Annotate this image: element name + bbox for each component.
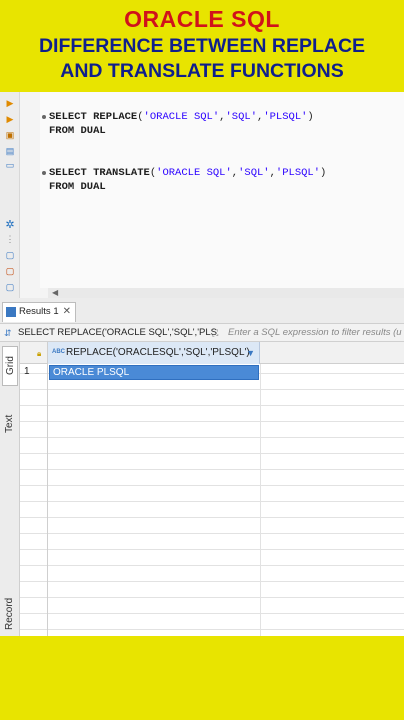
sql-string: 'ORACLE SQL' xyxy=(143,111,220,123)
execute-script-icon[interactable]: ▶ xyxy=(5,114,15,124)
grid-icon xyxy=(6,307,16,317)
code-line-2[interactable]: FROM DUAL xyxy=(49,125,106,137)
side-tab-record[interactable]: Record xyxy=(2,592,18,636)
filter-input[interactable]: Enter a SQL expression to filter results… xyxy=(228,324,402,342)
console-icon[interactable]: ▭ xyxy=(5,160,15,170)
sql-editor-window: ▶ ▶ ▣ ▤ ▭ ✲ ⋮ ▢ ▢ ▢ SELECT REPLACE('ORAC… xyxy=(0,92,404,636)
filter-bar: ⇵ SELECT REPLACE('ORACLE SQL','SQL','PLS… xyxy=(0,324,404,342)
banner-subtitle-line-1: DIFFERENCE BETWEEN REPLACE xyxy=(38,35,366,57)
sql-function: TRANSLATE xyxy=(93,167,150,179)
explain-icon[interactable]: ▣ xyxy=(5,130,15,140)
tab-label: Results 1 xyxy=(19,306,59,317)
result-view-tabs: Grid Text Record xyxy=(0,342,20,636)
row-number-column xyxy=(20,342,48,636)
editor-horizontal-scrollbar[interactable]: ◀ xyxy=(48,288,404,298)
tab-results-1[interactable]: Results 1 ✕ xyxy=(2,302,76,322)
settings-icon[interactable]: ✲ xyxy=(5,220,15,231)
fold-marker[interactable] xyxy=(42,171,46,175)
sql-keyword: SELECT xyxy=(49,111,87,123)
lock-icon: 🔒︎ xyxy=(37,349,42,358)
sort-icon[interactable]: ▼ xyxy=(246,342,255,364)
side-tab-label: Record xyxy=(4,597,15,631)
sql-string: 'SQL' xyxy=(225,111,257,123)
banner-subtitle-line-2: AND TRANSLATE FUNCTIONS xyxy=(60,60,344,82)
code-line-3[interactable]: SELECT TRANSLATE('ORACLE SQL','SQL','PLS… xyxy=(49,167,326,179)
results-panel: Results 1 ✕ ⇵ SELECT REPLACE('ORACLE SQL… xyxy=(0,298,404,636)
sql-function: REPLACE xyxy=(93,111,138,123)
fold-marker[interactable] xyxy=(42,115,46,119)
text-type-icon: ABC xyxy=(52,349,65,355)
sql-string: 'PLSQL' xyxy=(275,167,321,179)
sql-keyword: SELECT xyxy=(49,167,87,179)
export-icon[interactable]: ▢ xyxy=(5,250,15,260)
code-line-1[interactable]: SELECT REPLACE('ORACLE SQL','SQL','PLSQL… xyxy=(49,111,314,123)
scroll-left-icon[interactable]: ◀ xyxy=(52,288,58,298)
side-tab-label: Grid xyxy=(5,356,16,376)
row-number: 1 xyxy=(24,366,30,377)
import-icon[interactable]: ▢ xyxy=(5,266,15,276)
editor-toolbar: ▶ ▶ ▣ ▤ ▭ ✲ ⋮ ▢ ▢ ▢ xyxy=(0,92,20,298)
filter-query-text[interactable]: SELECT REPLACE('ORACLE SQL','SQL','PLS xyxy=(18,324,217,342)
results-tab-bar: Results 1 ✕ xyxy=(0,298,404,324)
sql-string: 'PLSQL' xyxy=(263,111,308,123)
paren: ) xyxy=(307,111,314,123)
title-banner: ORACLE SQL DIFFERENCE BETWEEN REPLACE AN… xyxy=(0,0,404,92)
close-icon[interactable]: ✕ xyxy=(63,303,71,321)
expand-icon[interactable]: ⛶ xyxy=(212,324,218,342)
side-tab-grid[interactable]: Grid xyxy=(2,346,18,386)
code-line-4[interactable]: FROM DUAL xyxy=(49,181,106,193)
column-header-replace[interactable]: ABC REPLACE('ORACLESQL','SQL','PLSQL') ▼ xyxy=(48,342,260,364)
results-grid: 🔒︎ ABC REPLACE('ORACLESQL','SQL','PLSQL'… xyxy=(20,342,404,636)
sql-string: 'ORACLE SQL' xyxy=(156,167,232,179)
column-divider xyxy=(260,364,261,636)
side-tab-text[interactable]: Text xyxy=(2,406,18,442)
history-icon[interactable]: ▤ xyxy=(5,146,15,156)
paren: ) xyxy=(320,167,327,179)
execute-icon[interactable]: ▶ xyxy=(5,98,15,108)
side-tab-label: Text xyxy=(4,414,15,434)
format-icon[interactable]: ▢ xyxy=(5,282,15,292)
banner-title: ORACLE SQL xyxy=(124,6,280,32)
more-icon[interactable]: ⋮ xyxy=(5,234,15,244)
column-header-label: REPLACE('ORACLESQL','SQL','PLSQL') xyxy=(66,347,250,358)
line-number-bar xyxy=(20,92,40,292)
sql-string-selected: 'SQL' xyxy=(238,167,270,179)
result-cell[interactable]: ORACLE PLSQL xyxy=(49,365,259,380)
sql-icon: ⇵ xyxy=(4,328,12,338)
sql-editor: ▶ ▶ ▣ ▤ ▭ ✲ ⋮ ▢ ▢ ▢ SELECT REPLACE('ORAC… xyxy=(0,92,404,298)
